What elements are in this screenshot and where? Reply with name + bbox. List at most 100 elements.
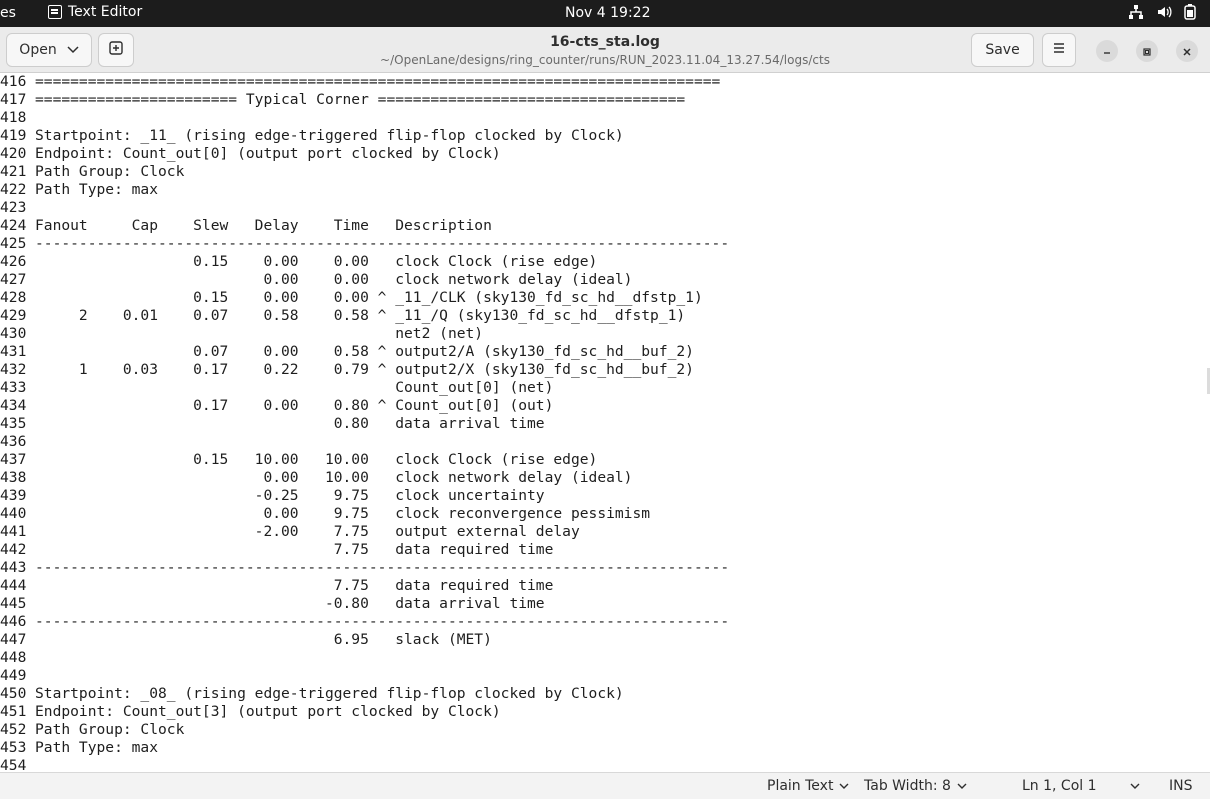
status-bar: Plain Text Tab Width: 8 Ln 1, Col 1 INS <box>0 772 1210 799</box>
editor-line[interactable]: 432 1 0.03 0.17 0.22 0.79 ^ output2/X (s… <box>0 361 694 379</box>
goto-line-dropdown[interactable] <box>1130 778 1140 794</box>
document-title: 16-cts_sta.log <box>550 34 660 50</box>
line-text: 7.75 data required time <box>35 577 554 594</box>
line-text: 6.95 slack (MET) <box>35 631 492 648</box>
system-tray[interactable] <box>1128 4 1196 20</box>
tab-width-selector[interactable]: Tab Width: 8 <box>864 778 967 794</box>
editor-line[interactable]: 426 0.15 0.00 0.00 clock Clock (rise edg… <box>0 253 597 271</box>
editor-line[interactable]: 451 Endpoint: Count_out[3] (output port c… <box>0 703 501 721</box>
editor-line[interactable]: 444 7.75 data required time <box>0 577 553 595</box>
line-number: 447 <box>0 631 27 648</box>
line-number: 429 <box>0 307 27 324</box>
editor-line[interactable]: 429 2 0.01 0.07 0.58 0.58 ^ _11_/Q (sky1… <box>0 307 685 325</box>
editor-line[interactable]: 433 Count_out[0] (net) <box>0 379 553 397</box>
line-number: 428 <box>0 289 27 306</box>
main-menu-button[interactable] <box>1042 33 1076 67</box>
line-number: 433 <box>0 379 27 396</box>
line-number: 454 <box>0 757 27 772</box>
editor-line[interactable]: 448 <box>0 649 35 667</box>
line-number: 450 <box>0 685 27 702</box>
chevron-down-icon <box>957 778 967 794</box>
line-text: Path Group: Clock <box>35 163 185 180</box>
line-text: 0.15 0.00 0.00 clock Clock (rise edge) <box>35 253 598 270</box>
editor-line[interactable]: 418 <box>0 109 35 127</box>
editor-line[interactable]: 452 Path Group: Clock <box>0 721 184 739</box>
text-editor-area[interactable]: 416 =====================================… <box>0 73 1210 772</box>
document-path: ~/OpenLane/designs/ring_counter/runs/RUN… <box>380 53 830 67</box>
editor-line[interactable]: 420 Endpoint: Count_out[0] (output port c… <box>0 145 501 163</box>
editor-line[interactable]: 450 Startpoint: _08_ (rising edge-trigger… <box>0 685 624 703</box>
line-text: -0.80 data arrival time <box>35 595 545 612</box>
cursor-position[interactable]: Ln 1, Col 1 <box>1022 778 1097 794</box>
line-number: 435 <box>0 415 27 432</box>
new-tab-icon <box>109 41 123 59</box>
line-text: ======================= Typical Corner =… <box>35 91 686 108</box>
line-text: Path Type: max <box>35 739 159 756</box>
editor-line[interactable]: 453 Path Type: max <box>0 739 158 757</box>
language-selector[interactable]: Plain Text <box>767 778 849 794</box>
editor-line[interactable]: 419 Startpoint: _11_ (rising edge-trigger… <box>0 127 624 145</box>
editor-line[interactable]: 435 0.80 data arrival time <box>0 415 545 433</box>
editor-line[interactable]: 431 0.07 0.00 0.58 ^ output2/A (sky130_f… <box>0 343 694 361</box>
save-button[interactable]: Save <box>971 33 1034 67</box>
line-number: 451 <box>0 703 27 720</box>
editor-line[interactable]: 430 net2 (net) <box>0 325 483 343</box>
line-number: 446 <box>0 613 27 630</box>
editor-line[interactable]: 439 -0.25 9.75 clock uncertainty <box>0 487 545 505</box>
line-number: 452 <box>0 721 27 738</box>
minimize-icon <box>1102 42 1112 61</box>
editor-line[interactable]: 428 0.15 0.00 0.00 ^ _11_/CLK (sky130_fd… <box>0 289 703 307</box>
line-number: 439 <box>0 487 27 504</box>
editor-line[interactable]: 440 0.00 9.75 clock reconvergence pessim… <box>0 505 650 523</box>
line-text: 0.00 10.00 clock network delay (ideal) <box>35 469 633 486</box>
editor-line[interactable]: 421 Path Group: Clock <box>0 163 184 181</box>
editor-line[interactable]: 438 0.00 10.00 clock network delay (idea… <box>0 469 632 487</box>
insert-mode-indicator[interactable]: INS <box>1169 778 1193 794</box>
editor-line[interactable]: 446 -------------------------------------… <box>0 613 729 631</box>
editor-line[interactable]: 424 Fanout Cap Slew Delay Time Descriptio… <box>0 217 492 235</box>
editor-line[interactable]: 454 <box>0 757 35 772</box>
close-button[interactable] <box>1176 40 1198 62</box>
editor-line[interactable]: 416 =====================================… <box>0 73 720 91</box>
volume-icon <box>1156 4 1172 20</box>
editor-line[interactable]: 425 -------------------------------------… <box>0 235 729 253</box>
document-title-box: 16-cts_sta.log ~/OpenLane/designs/ring_c… <box>300 34 910 67</box>
line-text: Fanout Cap Slew Delay Time Description <box>35 217 492 234</box>
line-number: 443 <box>0 559 27 576</box>
editor-line[interactable]: 437 0.15 10.00 10.00 clock Clock (rise e… <box>0 451 597 469</box>
line-text: Path Group: Clock <box>35 721 185 738</box>
line-text: 0.80 data arrival time <box>35 415 545 432</box>
header-bar: Open 16-cts_sta.log ~/OpenLane/designs/r… <box>0 27 1210 73</box>
editor-line[interactable]: 422 Path Type: max <box>0 181 158 199</box>
line-number: 419 <box>0 127 27 144</box>
editor-line[interactable]: 449 <box>0 667 35 685</box>
language-label: Plain Text <box>767 778 834 794</box>
app-menu[interactable]: Text Editor <box>48 4 142 20</box>
editor-line[interactable]: 443 -------------------------------------… <box>0 559 729 577</box>
line-text: 0.17 0.00 0.80 ^ Count_out[0] (out) <box>35 397 554 414</box>
editor-line[interactable]: 436 <box>0 433 35 451</box>
open-button[interactable]: Open <box>6 33 92 67</box>
cursor-position-label: Ln 1, Col 1 <box>1022 778 1097 794</box>
line-number: 424 <box>0 217 27 234</box>
editor-line[interactable]: 434 0.17 0.00 0.80 ^ Count_out[0] (out) <box>0 397 553 415</box>
maximize-button[interactable] <box>1136 40 1158 62</box>
maximize-icon <box>1142 42 1152 61</box>
close-icon <box>1182 42 1192 61</box>
editor-line[interactable]: 423 <box>0 199 35 217</box>
editor-line[interactable]: 441 -2.00 7.75 output external delay <box>0 523 580 541</box>
system-top-bar: es Text Editor Nov 4 19:22 <box>0 0 1210 27</box>
editor-line[interactable]: 417 ======================= Typical Corne… <box>0 91 685 109</box>
editor-line[interactable]: 427 0.00 0.00 clock network delay (ideal… <box>0 271 632 289</box>
activities-button[interactable]: es <box>0 5 16 21</box>
editor-line[interactable]: 447 6.95 slack (MET) <box>0 631 492 649</box>
new-tab-button[interactable] <box>98 33 134 67</box>
editor-line[interactable]: 442 7.75 data required time <box>0 541 553 559</box>
clock[interactable]: Nov 4 19:22 <box>565 5 650 21</box>
minimize-button[interactable] <box>1096 40 1118 62</box>
line-text: Endpoint: Count_out[0] (output port cloc… <box>35 145 501 162</box>
editor-line[interactable]: 445 -0.80 data arrival time <box>0 595 545 613</box>
line-number: 449 <box>0 667 27 684</box>
line-text: 1 0.03 0.17 0.22 0.79 ^ output2/X (sky13… <box>35 361 694 378</box>
line-number: 421 <box>0 163 27 180</box>
